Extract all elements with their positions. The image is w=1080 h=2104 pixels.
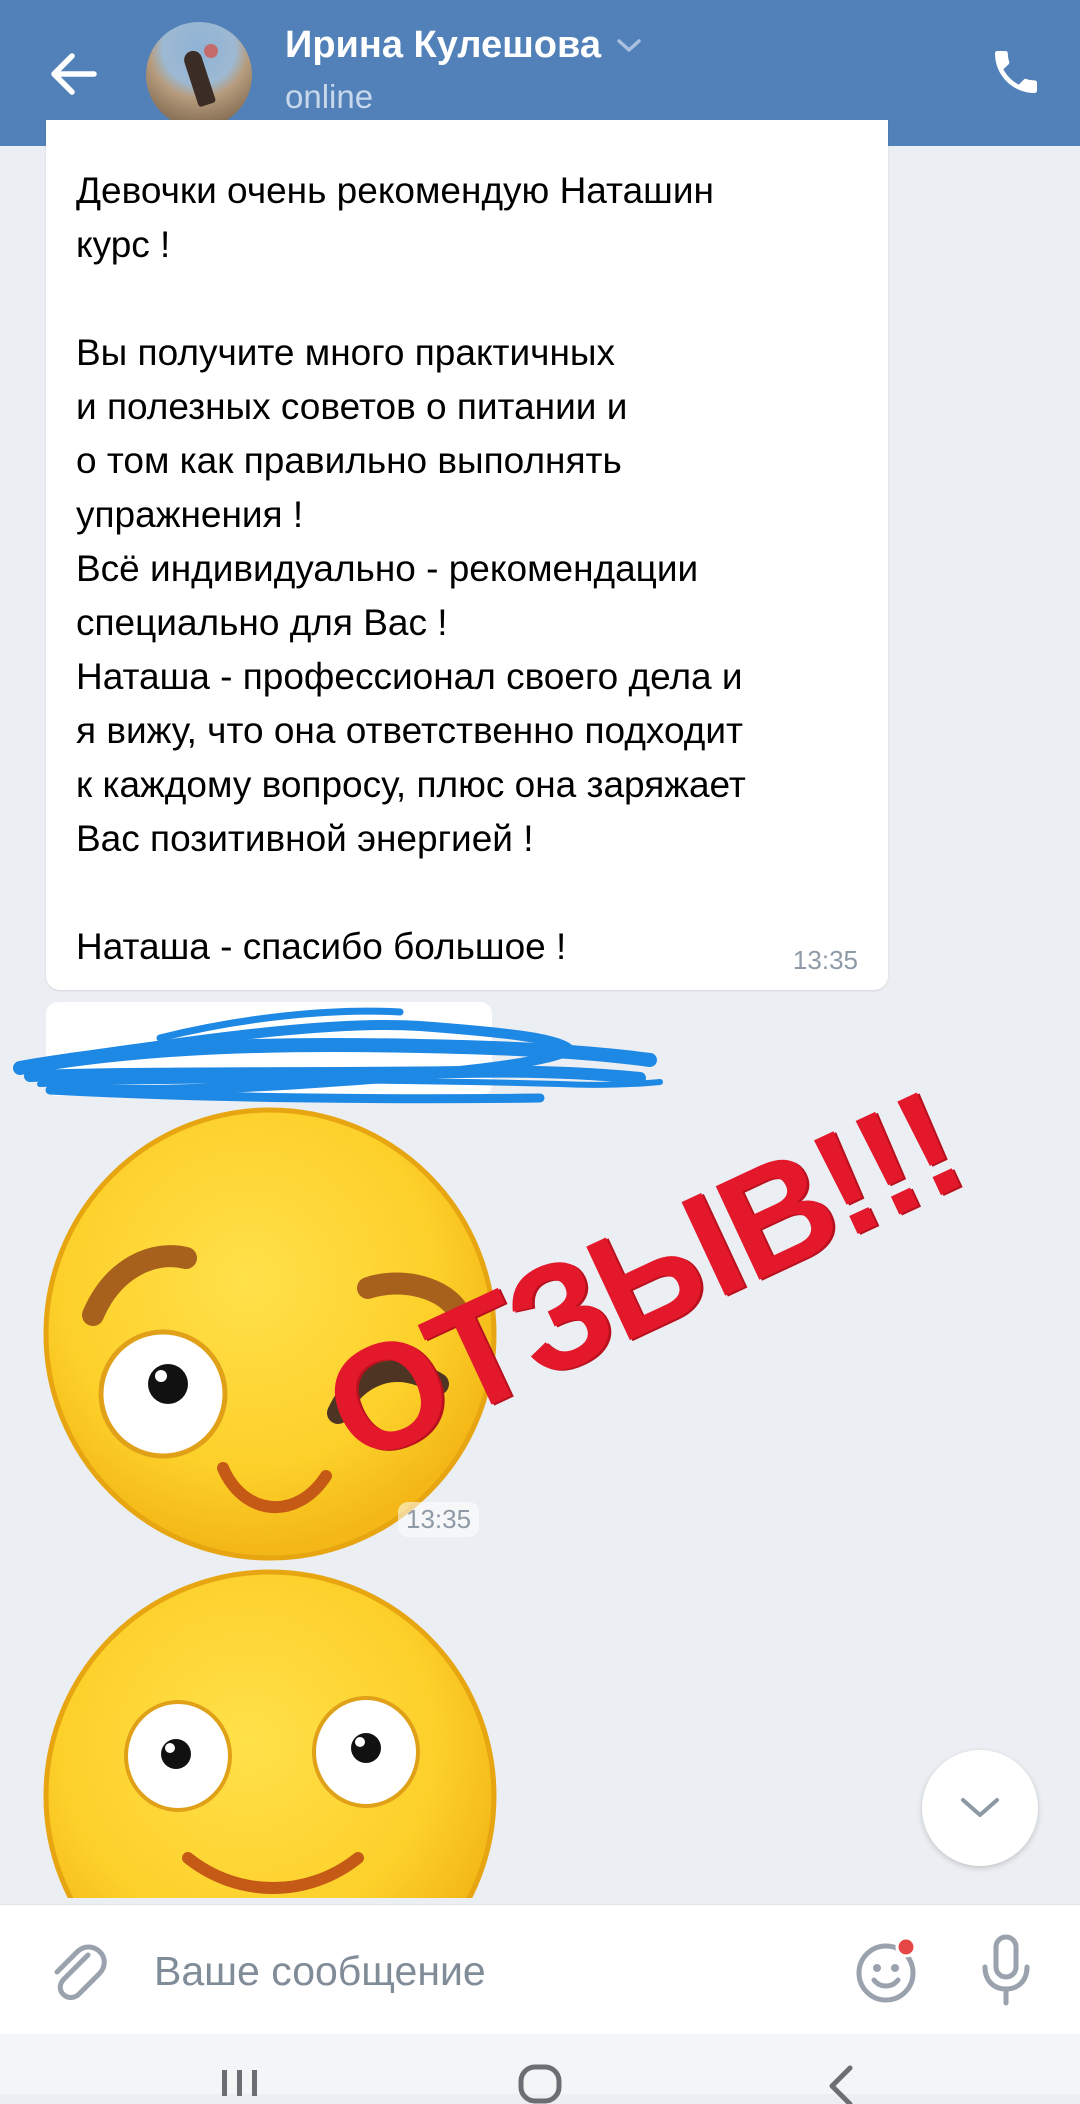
arrow-left-icon[interactable]	[44, 46, 104, 102]
message-composer	[0, 1904, 1080, 2035]
emoji-icon[interactable]	[852, 1935, 922, 2005]
system-navigation-bar	[0, 2034, 1080, 2104]
paperclip-icon[interactable]	[44, 1937, 110, 2003]
contact-name-button[interactable]: Ирина Кулешова	[285, 24, 643, 67]
back-nav-icon[interactable]	[822, 2064, 862, 2104]
message-input[interactable]	[152, 1939, 836, 2003]
scroll-down-button[interactable]	[922, 1750, 1038, 1866]
contact-status: online	[285, 78, 374, 115]
message-text: Девочки очень рекомендую Наташин курс ! …	[76, 170, 746, 967]
microphone-icon[interactable]	[976, 1933, 1036, 2007]
message-bubble[interactable]: Девочки очень рекомендую Наташин курс ! …	[46, 120, 888, 990]
smile-emoji-sticker[interactable]	[38, 1568, 508, 1898]
home-icon[interactable]	[518, 2064, 562, 2104]
chevron-down-icon	[617, 38, 641, 52]
contact-name: Ирина Кулешова	[285, 24, 602, 66]
avatar[interactable]	[146, 22, 252, 128]
phone-icon[interactable]	[988, 44, 1044, 100]
message-time: 13:35	[792, 945, 858, 975]
chevron-down-icon	[961, 1798, 999, 1817]
